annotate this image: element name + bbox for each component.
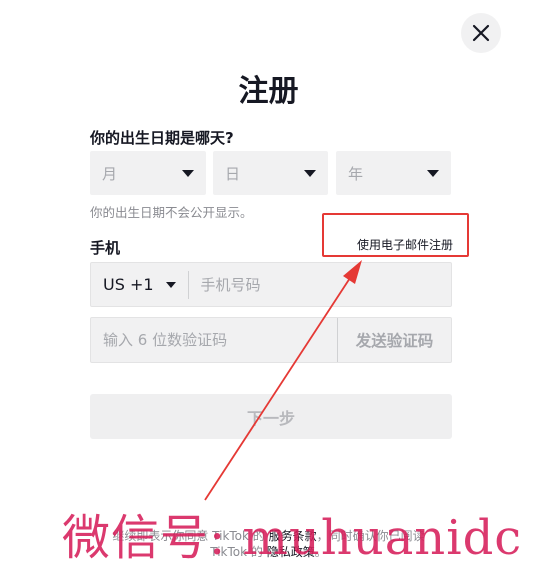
phone-number-input[interactable]: [188, 263, 451, 306]
phone-field-row: US +1: [90, 262, 452, 307]
close-button[interactable]: [461, 13, 501, 53]
day-select[interactable]: 日: [213, 151, 328, 195]
country-code-value: US +1: [103, 275, 154, 294]
page-title: 注册: [238, 74, 299, 109]
verification-code-input[interactable]: [91, 318, 337, 362]
caret-down-icon: [427, 169, 439, 177]
code-field-row: 发送验证码: [90, 317, 452, 363]
country-code-select[interactable]: US +1: [91, 263, 188, 306]
year-placeholder: 年: [348, 164, 364, 183]
dob-hint: 你的出生日期不会公开显示。: [90, 205, 253, 220]
send-code-button[interactable]: 发送验证码: [337, 318, 451, 362]
month-placeholder: 月: [102, 164, 118, 183]
caret-down-icon: [182, 169, 194, 177]
next-button[interactable]: 下一步: [90, 394, 452, 439]
close-icon: [472, 24, 490, 42]
dob-label: 你的出生日期是哪天?: [90, 129, 234, 147]
month-select[interactable]: 月: [90, 151, 206, 195]
annotation-highlight-box: [322, 213, 469, 257]
watermark-text: 微信号: muhuanidc: [62, 510, 523, 566]
year-select[interactable]: 年: [336, 151, 451, 195]
phone-label: 手机: [90, 239, 121, 257]
caret-down-icon: [304, 169, 316, 177]
day-placeholder: 日: [225, 164, 241, 183]
arrow-shaft: [204, 277, 351, 501]
caret-down-icon: [165, 281, 176, 288]
